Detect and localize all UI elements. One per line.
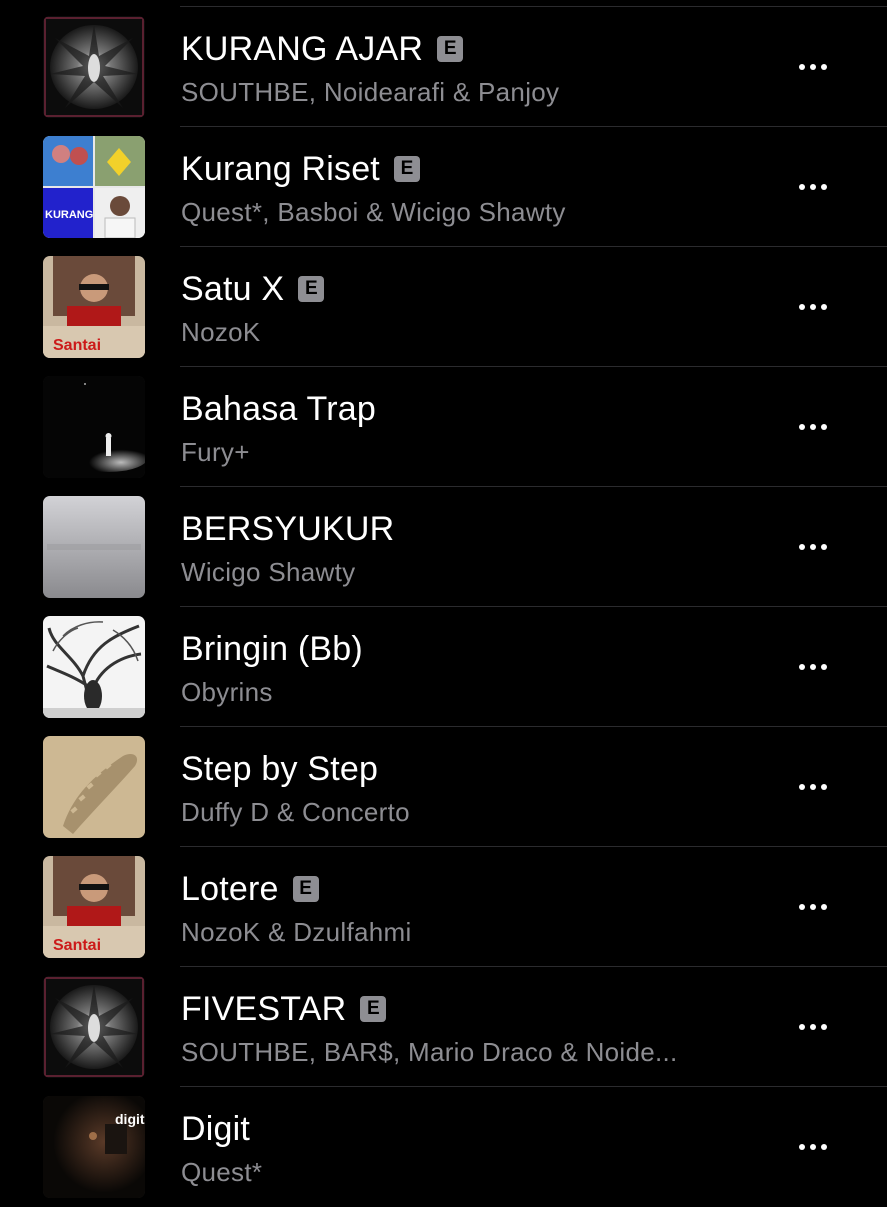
ellipsis-icon (797, 304, 830, 310)
album-artwork: digit (43, 1096, 145, 1198)
more-options-button[interactable] (783, 889, 843, 925)
ellipsis-icon (797, 184, 830, 190)
more-options-button[interactable] (783, 1129, 843, 1165)
album-artwork (43, 496, 145, 598)
ellipsis-icon (797, 1024, 830, 1030)
song-row[interactable]: FIVESTAR E SOUTHBE, BAR$, Mario Draco & … (0, 967, 887, 1087)
more-options-button[interactable] (783, 529, 843, 565)
song-row[interactable]: KURANG RISET Kurang Riset E Quest*, Basb… (0, 127, 887, 247)
more-options-button[interactable] (783, 169, 843, 205)
album-artwork (43, 616, 145, 718)
ellipsis-icon (797, 904, 830, 910)
song-title: Lotere (181, 869, 279, 908)
ellipsis-icon (797, 1144, 830, 1150)
song-artist: Duffy D & Concerto (181, 797, 410, 827)
svg-text:Santai: Santai (53, 337, 101, 354)
album-artwork: KURANG RISET (43, 136, 145, 238)
song-row[interactable]: Bahasa Trap Fury+ (0, 367, 887, 487)
song-artist: Quest*, Basboi & Wicigo Shawty (181, 197, 566, 227)
song-title: Digit (181, 1109, 251, 1148)
song-title: Satu X (181, 269, 285, 308)
song-row[interactable]: Santai Lotere E NozoK & Dzulfahmi (0, 847, 887, 967)
song-list: KURANG AJAR E SOUTHBE, Noidearafi & Panj… (0, 7, 887, 1207)
song-artist: SOUTHBE, BAR$, Mario Draco & Noide... (181, 1037, 678, 1067)
song-row[interactable]: Step by Step Duffy D & Concerto (0, 727, 887, 847)
album-artwork: Santai (43, 856, 145, 958)
ellipsis-icon (797, 64, 830, 70)
album-artwork (43, 376, 145, 478)
song-artist: Quest* (181, 1157, 263, 1187)
album-artwork: Santai (43, 256, 145, 358)
song-row[interactable]: KURANG AJAR E SOUTHBE, Noidearafi & Panj… (0, 7, 887, 127)
ellipsis-icon (797, 424, 830, 430)
album-artwork (43, 976, 145, 1078)
explicit-badge: E (393, 156, 420, 182)
more-options-button[interactable] (783, 769, 843, 805)
svg-text:Santai: Santai (53, 937, 101, 954)
song-title: FIVESTAR (181, 989, 347, 1028)
more-options-button[interactable] (783, 649, 843, 685)
song-artist: NozoK (181, 317, 261, 347)
song-row[interactable]: digit Digit Quest* (0, 1087, 887, 1207)
more-options-button[interactable] (783, 289, 843, 325)
song-row[interactable]: Bringin (Bb) Obyrins (0, 607, 887, 727)
song-title: Bringin (Bb) (181, 629, 363, 668)
song-title: KURANG AJAR (181, 29, 424, 68)
song-artist: Wicigo Shawty (181, 557, 356, 587)
song-row[interactable]: BERSYUKUR Wicigo Shawty (0, 487, 887, 607)
song-artist: NozoK & Dzulfahmi (181, 917, 412, 947)
svg-text:digit: digit (115, 1111, 145, 1127)
song-title: Kurang Riset (181, 149, 380, 188)
explicit-badge: E (292, 876, 319, 902)
ellipsis-icon (797, 784, 830, 790)
more-options-button[interactable] (783, 1009, 843, 1045)
song-title: BERSYUKUR (181, 509, 395, 548)
song-title: Bahasa Trap (181, 389, 376, 428)
more-options-button[interactable] (783, 409, 843, 445)
explicit-badge: E (360, 996, 387, 1022)
song-artist: Obyrins (181, 677, 273, 707)
ellipsis-icon (797, 664, 830, 670)
song-artist: Fury+ (181, 437, 250, 467)
more-options-button[interactable] (783, 49, 843, 85)
song-artist: SOUTHBE, Noidearafi & Panjoy (181, 77, 560, 107)
ellipsis-icon (797, 544, 830, 550)
song-title: Step by Step (181, 749, 379, 788)
album-artwork (43, 736, 145, 838)
album-artwork (43, 16, 145, 118)
song-row[interactable]: Santai Satu X E NozoK (0, 247, 887, 367)
explicit-badge: E (437, 36, 464, 62)
explicit-badge: E (298, 276, 325, 302)
